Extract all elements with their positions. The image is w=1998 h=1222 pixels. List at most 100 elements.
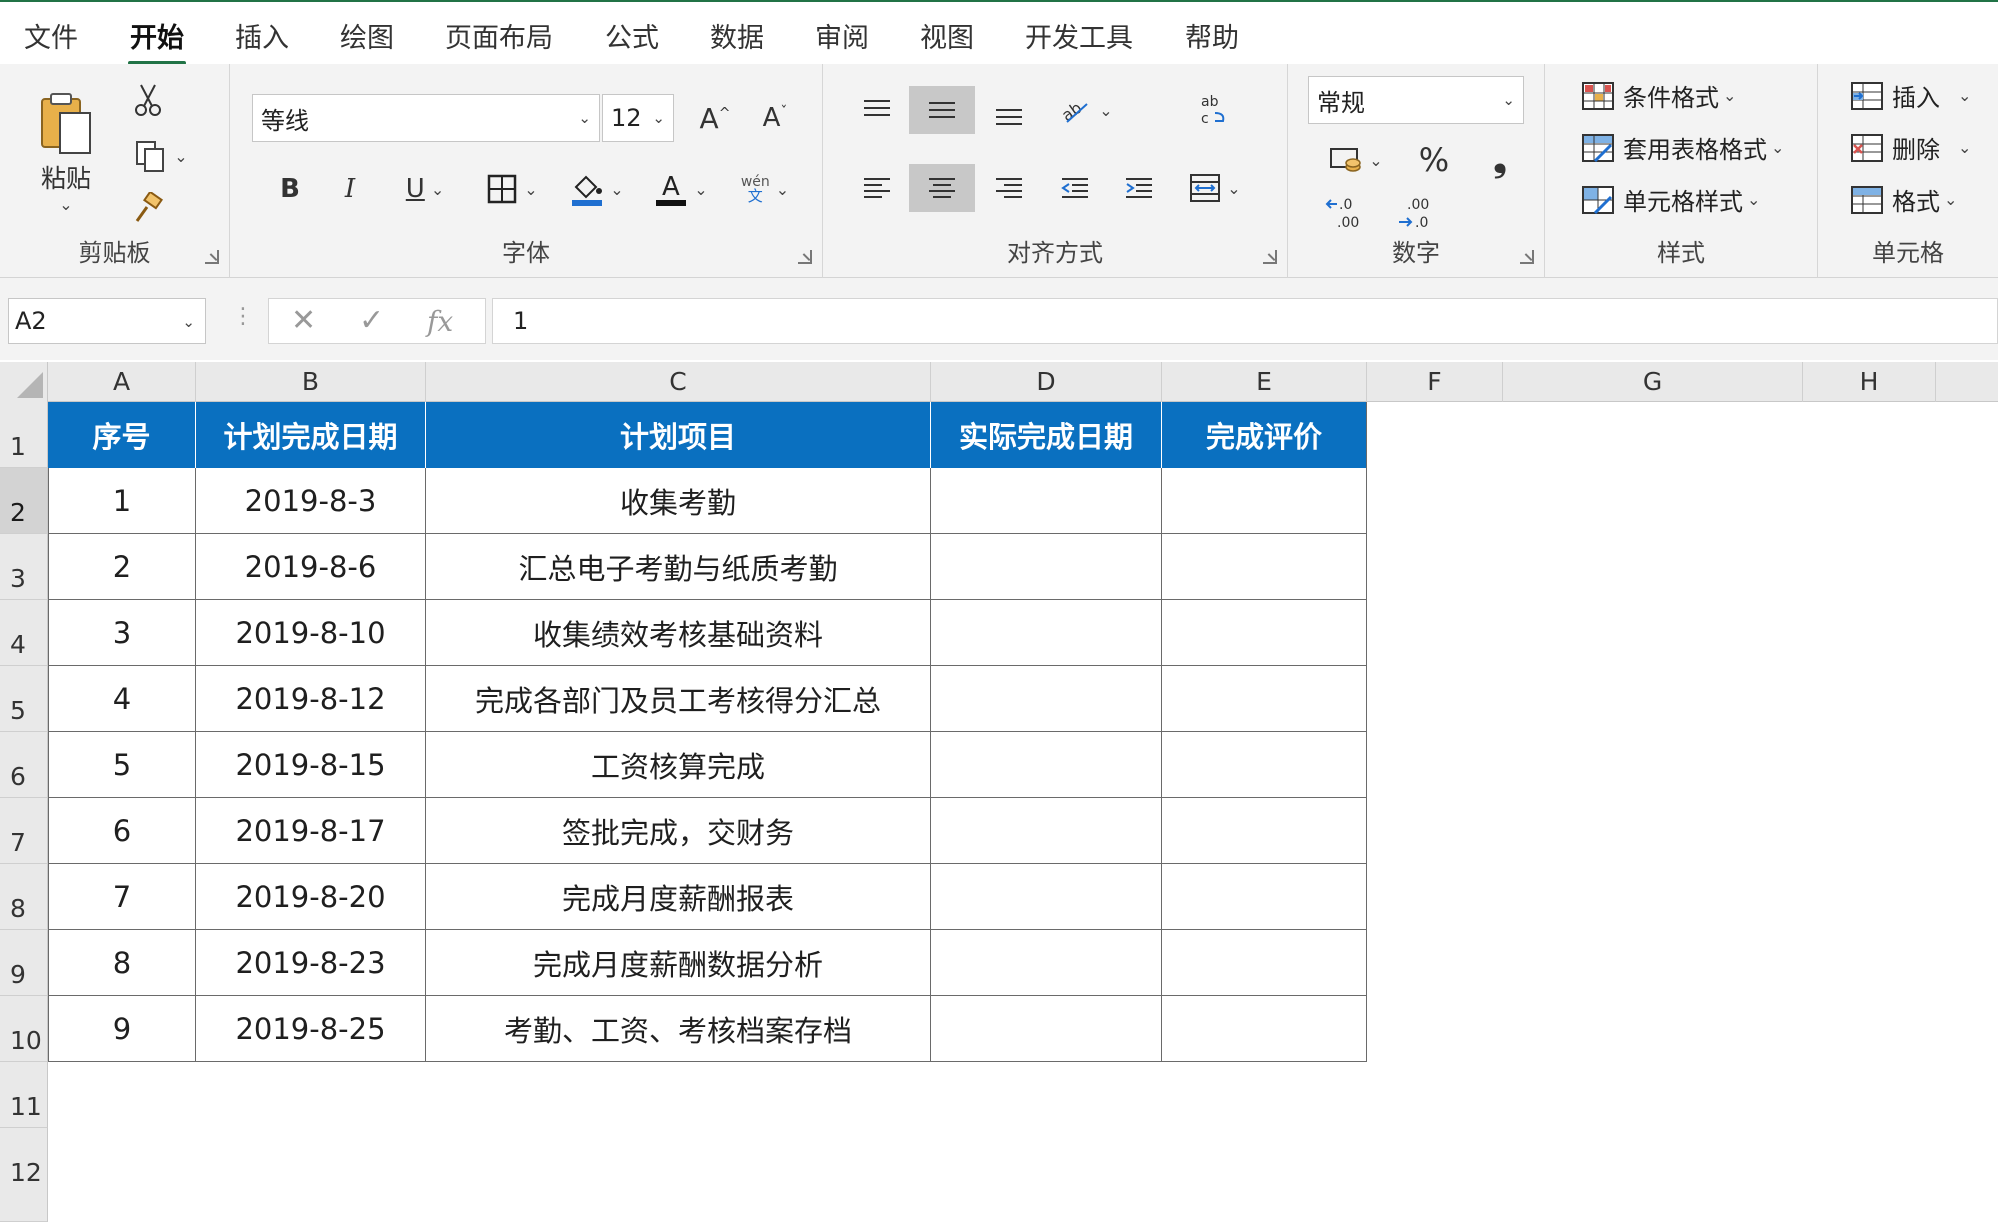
table-cell[interactable]: 工资核算完成 [426,732,931,798]
table-header-cell[interactable]: 完成评价 [1162,402,1367,468]
table-header-cell[interactable]: 实际完成日期 [931,402,1162,468]
table-cell[interactable] [1162,798,1367,864]
row-header-4[interactable]: 4 [0,600,48,666]
row-header-2[interactable]: 2 [0,468,48,534]
accounting-format-button[interactable]: ⌄ [1318,136,1394,184]
tab-home[interactable]: 开始 [128,12,186,65]
table-cell[interactable]: 签批完成，交财务 [426,798,931,864]
table-cell[interactable]: 2019-8-25 [196,996,426,1062]
tab-page-layout[interactable]: 页面布局 [443,12,555,59]
format-cells-button[interactable]: 格式 ⌄ [1850,182,1957,217]
table-header-cell[interactable]: 计划完成日期 [196,402,426,468]
align-middle-button[interactable] [909,86,975,134]
font-color-button[interactable]: A ⌄ [644,164,718,214]
table-cell[interactable]: 2019-8-20 [196,864,426,930]
decrease-decimal-button[interactable]: .00.0 [1388,188,1442,238]
table-cell[interactable] [1162,732,1367,798]
row-header-6[interactable]: 6 [0,732,48,798]
table-cell[interactable]: 收集考勤 [426,468,931,534]
paste-dropdown-icon[interactable]: ⌄ [59,195,72,214]
row-header-12[interactable]: 12 [0,1128,48,1222]
name-box[interactable]: A2 ⌄ [8,298,206,344]
comma-style-button[interactable]: ❟ [1478,136,1522,184]
tab-data[interactable]: 数据 [708,12,766,59]
orientation-button[interactable]: ab ⌄ [1049,86,1123,134]
table-cell[interactable] [931,732,1162,798]
insert-function-icon[interactable]: fx [427,305,453,338]
table-cell[interactable] [931,600,1162,666]
insert-cells-button[interactable]: 插入 ⌄ [1850,78,1971,113]
tab-view[interactable]: 视图 [918,12,976,59]
table-cell[interactable]: 完成月度薪酬数据分析 [426,930,931,996]
table-cell[interactable]: 4 [48,666,196,732]
table-cell[interactable] [931,468,1162,534]
wrap-text-button[interactable]: ab c [1187,86,1239,134]
conditional-formatting-button[interactable]: 条件格式 ⌄ [1581,78,1736,113]
row-header-1[interactable]: 1 [0,402,48,468]
table-cell[interactable] [1162,468,1367,534]
table-cell[interactable]: 2019-8-17 [196,798,426,864]
alignment-launcher-icon[interactable] [1263,250,1277,264]
table-cell[interactable] [1162,996,1367,1062]
table-cell[interactable]: 2019-8-3 [196,468,426,534]
table-cell[interactable]: 3 [48,600,196,666]
increase-decimal-button[interactable]: .0.00 [1318,188,1372,238]
table-cell[interactable]: 汇总电子考勤与纸质考勤 [426,534,931,600]
table-cell[interactable]: 9 [48,996,196,1062]
table-cell[interactable] [1162,666,1367,732]
column-header-d[interactable]: D [931,362,1162,402]
align-bottom-button[interactable] [983,90,1035,138]
table-cell[interactable]: 8 [48,930,196,996]
table-cell[interactable] [931,996,1162,1062]
row-header-5[interactable]: 5 [0,666,48,732]
align-left-button[interactable] [851,164,903,212]
merge-center-button[interactable]: ⌄ [1175,164,1255,212]
column-header-a[interactable]: A [48,362,196,402]
copy-button[interactable]: ⌄ [126,134,196,178]
clipboard-launcher-icon[interactable] [205,250,219,264]
table-header-cell[interactable]: 计划项目 [426,402,931,468]
column-header-c[interactable]: C [426,362,931,402]
align-right-button[interactable] [983,164,1035,212]
table-cell[interactable]: 2019-8-15 [196,732,426,798]
phonetic-guide-button[interactable]: wén 文 ⌄ [730,164,800,214]
table-cell[interactable]: 5 [48,732,196,798]
table-cell[interactable] [1162,930,1367,996]
decrease-indent-button[interactable] [1049,164,1101,212]
align-top-button[interactable] [851,86,903,134]
table-cell[interactable] [931,666,1162,732]
column-header-h[interactable]: H [1803,362,1936,402]
paste-button[interactable]: 粘贴 ⌄ [18,78,114,226]
format-as-table-button[interactable]: 套用表格格式 ⌄ [1581,130,1784,165]
copy-dropdown-icon[interactable]: ⌄ [174,147,187,166]
cut-button[interactable] [128,80,168,120]
fill-color-button[interactable]: ⌄ [560,164,634,214]
column-header-f[interactable]: F [1367,362,1503,402]
table-cell[interactable]: 7 [48,864,196,930]
row-header-11[interactable]: 11 [0,1062,48,1128]
font-launcher-icon[interactable] [798,250,812,264]
row-header-3[interactable]: 3 [0,534,48,600]
table-cell[interactable]: 1 [48,468,196,534]
underline-button[interactable]: U ⌄ [390,164,460,214]
row-header-7[interactable]: 7 [0,798,48,864]
cell-styles-button[interactable]: 单元格样式 ⌄ [1581,182,1760,217]
tab-developer[interactable]: 开发工具 [1023,12,1135,59]
borders-button[interactable]: ⌄ [476,164,548,214]
delete-cells-button[interactable]: 删除 ⌄ [1850,130,1971,165]
row-header-10[interactable]: 10 [0,996,48,1062]
tab-help[interactable]: 帮助 [1183,12,1241,59]
table-cell[interactable] [931,798,1162,864]
increase-indent-button[interactable] [1113,164,1165,212]
cancel-icon[interactable]: ✕ [291,303,316,338]
font-name-combo[interactable]: 等线 ⌄ [252,94,600,142]
row-header-8[interactable]: 8 [0,864,48,930]
number-format-combo[interactable]: 常规 ⌄ [1308,76,1524,124]
table-cell[interactable]: 2019-8-10 [196,600,426,666]
table-cell[interactable]: 收集绩效考核基础资料 [426,600,931,666]
italic-button[interactable]: I [330,164,370,214]
table-cell[interactable]: 2019-8-23 [196,930,426,996]
table-cell[interactable] [1162,600,1367,666]
column-header-g[interactable]: G [1503,362,1803,402]
table-cell[interactable]: 2019-8-12 [196,666,426,732]
